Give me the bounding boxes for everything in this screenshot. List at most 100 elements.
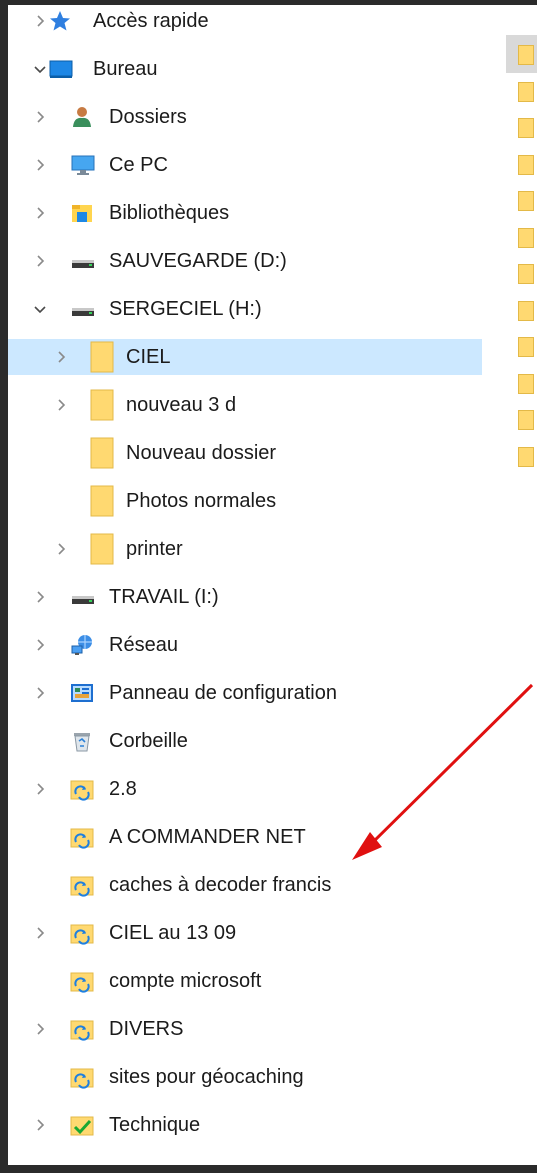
nav-item-label: Nouveau dossier — [126, 442, 277, 464]
file-list-folder-icon[interactable] — [518, 300, 534, 321]
chevron-down-icon[interactable] — [34, 63, 46, 75]
nav-item[interactable]: 2.8 — [8, 771, 482, 807]
nav-item[interactable]: Panneau de configuration — [8, 675, 482, 711]
nav-item[interactable]: sites pour géocaching — [8, 1059, 482, 1095]
sync-folder-icon — [70, 921, 94, 945]
file-list-folder-icon[interactable] — [518, 410, 534, 430]
nav-item-label: Bureau — [93, 58, 158, 80]
nav-item-label: compte microsoft — [109, 970, 262, 992]
nav-item-label: Photos normales — [126, 490, 277, 512]
nav-item[interactable]: A COMMANDER NET — [8, 819, 482, 855]
nav-item-label: SERGECIEL (H:) — [109, 298, 262, 320]
chevron-right-icon[interactable] — [34, 927, 46, 939]
chevron-right-icon[interactable] — [34, 687, 46, 699]
nav-item[interactable]: Dossiers — [8, 99, 482, 135]
nav-item[interactable]: caches à decoder francis — [8, 867, 482, 903]
folder-icon — [90, 340, 114, 374]
sync-folder-icon — [70, 777, 94, 801]
folder-icon — [90, 388, 114, 422]
drive-icon — [70, 585, 94, 609]
nav-item[interactable]: DIVERS — [8, 1011, 482, 1047]
folder-icon — [90, 484, 114, 518]
nav-item-label: printer — [126, 538, 183, 560]
chevron-right-icon[interactable] — [55, 399, 67, 411]
file-list-folder-icon[interactable] — [518, 154, 534, 175]
navigation-pane[interactable]: Accès rapide Bureau Dossiers Ce PC Bibliothè… — [8, 5, 490, 1165]
user-folder-icon — [70, 105, 94, 129]
nav-item[interactable]: Corbeille — [8, 723, 482, 759]
nav-item[interactable]: Bibliothèques — [8, 195, 482, 231]
nav-item-label: Technique — [109, 1114, 201, 1136]
file-list-folder-icon[interactable] — [518, 191, 534, 211]
nav-item[interactable]: TRAVAIL (I:) — [8, 579, 482, 615]
desktop-icon — [48, 57, 73, 81]
nav-item-label: A COMMANDER NET — [109, 826, 306, 848]
nav-item[interactable]: compte microsoft — [8, 963, 482, 999]
nav-item[interactable]: printer — [8, 531, 482, 567]
file-list-folder-icon[interactable] — [518, 446, 534, 467]
chevron-right-icon[interactable] — [34, 1023, 46, 1035]
chevron-right-icon[interactable] — [34, 1119, 46, 1131]
file-list-folder-icon[interactable] — [518, 337, 534, 357]
nav-item[interactable]: Technique — [8, 1107, 482, 1143]
file-list-folder-icon[interactable] — [518, 118, 534, 138]
nav-item-label: SAUVEGARDE (D:) — [109, 250, 287, 272]
file-list-folder-icon[interactable] — [518, 227, 534, 248]
nav-item-label: nouveau 3 d — [126, 394, 237, 416]
nav-item-label: sites pour géocaching — [109, 1066, 304, 1088]
nav-item[interactable]: nouveau 3 d — [8, 387, 482, 423]
nav-item-label: Dossiers — [109, 106, 187, 128]
chevron-right-icon[interactable] — [34, 111, 46, 123]
chevron-right-icon[interactable] — [34, 591, 46, 603]
chevron-right-icon[interactable] — [34, 15, 46, 27]
nav-item[interactable]: CIEL au 13 09 — [8, 915, 482, 951]
nav-item[interactable]: Accès rapide — [8, 5, 482, 39]
nav-item-label: 2.8 — [109, 778, 137, 800]
file-list-folder-icon[interactable] — [518, 45, 534, 65]
nav-item-label: caches à decoder francis — [109, 874, 332, 896]
chevron-right-icon[interactable] — [55, 543, 67, 555]
chevron-right-icon[interactable] — [34, 639, 46, 651]
nav-item[interactable]: SERGECIEL (H:) — [8, 291, 482, 327]
nav-item-label: CIEL — [126, 346, 171, 368]
nav-item[interactable]: SAUVEGARDE (D:) — [8, 243, 482, 279]
star-icon — [48, 9, 72, 33]
nav-item-label: Accès rapide — [93, 10, 209, 32]
chevron-right-icon[interactable] — [34, 783, 46, 795]
folder-icon — [90, 532, 114, 566]
chevron-right-icon[interactable] — [55, 351, 67, 363]
file-list-folder-icon[interactable] — [518, 373, 534, 394]
control-panel-icon — [70, 681, 94, 705]
sync-folder-icon — [70, 1017, 94, 1041]
window-bottom-edge — [0, 1165, 537, 1173]
recycle-bin-icon — [70, 729, 94, 753]
nav-item-label: Corbeille — [109, 730, 188, 752]
nav-item[interactable]: Photos normales — [8, 483, 482, 519]
sync-folder-icon — [70, 1065, 94, 1089]
nav-item-label: DIVERS — [109, 1018, 184, 1040]
sync-folder-icon — [70, 969, 94, 993]
chevron-down-icon[interactable] — [34, 303, 46, 315]
libraries-icon — [70, 201, 94, 225]
nav-item-label: Panneau de configuration — [109, 682, 337, 704]
nav-item-label: Ce PC — [109, 154, 168, 176]
file-list-folder-icon[interactable] — [518, 81, 534, 102]
chevron-right-icon[interactable] — [34, 159, 46, 171]
chevron-right-icon[interactable] — [34, 207, 46, 219]
explorer-window: Accès rapide Bureau Dossiers Ce PC Bibliothè… — [8, 5, 537, 1165]
nav-item[interactable]: Réseau — [8, 627, 482, 663]
content-pane[interactable] — [496, 5, 537, 1165]
folder-icon — [90, 436, 114, 470]
network-icon — [70, 633, 94, 657]
synced-folder-icon — [70, 1113, 94, 1137]
nav-item-label: TRAVAIL (I:) — [109, 586, 219, 608]
sync-folder-icon — [70, 825, 94, 849]
chevron-right-icon[interactable] — [34, 255, 46, 267]
drive-icon — [70, 297, 94, 321]
file-list-folder-icon[interactable] — [518, 264, 534, 284]
nav-item[interactable]: Nouveau dossier — [8, 435, 482, 471]
nav-item[interactable]: CIEL — [8, 339, 482, 375]
nav-item[interactable]: Ce PC — [8, 147, 482, 183]
nav-item[interactable]: Bureau — [8, 51, 482, 87]
computer-icon — [70, 153, 95, 177]
